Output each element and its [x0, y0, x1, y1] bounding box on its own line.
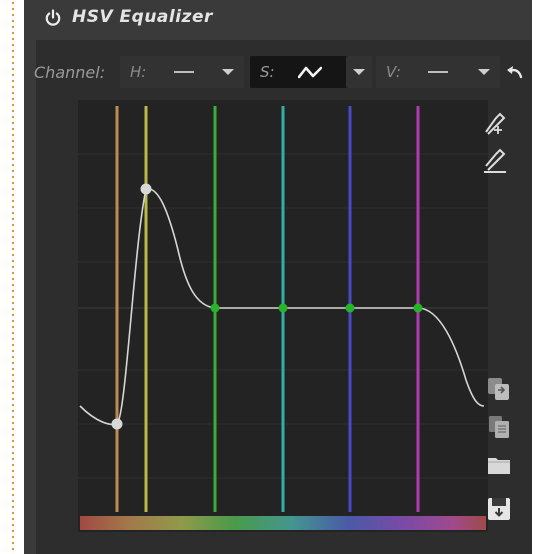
undo-icon[interactable]: [504, 62, 524, 82]
save-icon[interactable]: [486, 496, 512, 522]
hue-gradient-bar: [80, 516, 486, 530]
control-point[interactable]: [210, 303, 220, 313]
chevron-down-icon[interactable]: [353, 69, 365, 75]
control-point[interactable]: [413, 303, 423, 313]
line-mode-icon: [174, 71, 194, 73]
channel-s-dropdown[interactable]: [346, 56, 372, 88]
hsv-equalizer-module: HSV Equalizer Channel: H: S: V:: [24, 0, 532, 554]
channel-h-label: H:: [130, 63, 147, 81]
color-picker-icon[interactable]: [482, 110, 508, 136]
control-point[interactable]: [278, 303, 288, 313]
channel-label: Channel:: [34, 63, 106, 82]
channel-v-label: V:: [386, 63, 401, 81]
control-point[interactable]: [111, 418, 123, 430]
control-point[interactable]: [345, 303, 355, 313]
control-point[interactable]: [140, 183, 152, 195]
curve-mode-icon: [298, 66, 322, 79]
copy-icon[interactable]: [486, 376, 512, 402]
color-picker-area-icon[interactable]: [482, 148, 508, 174]
chevron-down-icon[interactable]: [222, 69, 234, 75]
line-mode-icon: [428, 71, 448, 73]
module-title: HSV Equalizer: [72, 7, 213, 27]
power-icon[interactable]: [44, 9, 62, 27]
channel-s-label: S:: [260, 63, 275, 81]
module-header[interactable]: HSV Equalizer: [24, 0, 532, 40]
paste-icon[interactable]: [486, 414, 512, 440]
chevron-down-icon[interactable]: [478, 69, 490, 75]
equalizer-graph[interactable]: [78, 100, 488, 532]
channel-h-combo[interactable]: H:: [120, 56, 244, 88]
folder-icon[interactable]: [486, 452, 512, 478]
channel-v-combo[interactable]: V:: [376, 56, 500, 88]
dotted-guide: [12, 0, 14, 554]
